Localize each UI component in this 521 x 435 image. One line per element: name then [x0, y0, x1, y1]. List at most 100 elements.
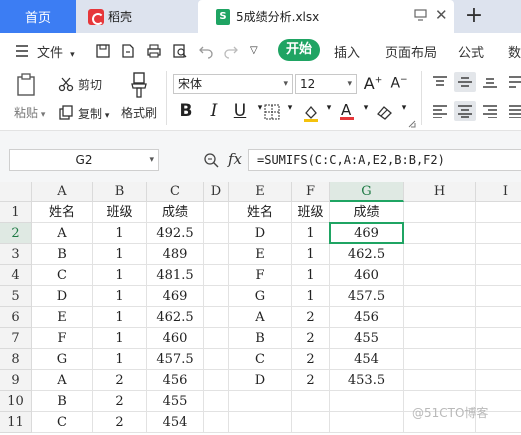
cell-f4[interactable]: 1: [292, 265, 330, 286]
cell-b2[interactable]: 1: [93, 223, 147, 244]
cell-c2[interactable]: 492.5: [147, 223, 204, 244]
cell-b9[interactable]: 2: [93, 370, 147, 391]
column-header-a[interactable]: A: [32, 182, 93, 202]
cell-a11[interactable]: C: [32, 412, 93, 433]
cell-g11[interactable]: [330, 412, 404, 433]
cell-g6[interactable]: 456: [330, 307, 404, 328]
undo-icon[interactable]: [198, 43, 214, 59]
column-header-b[interactable]: B: [93, 182, 147, 202]
font-color-dropdown-icon[interactable]: ▾: [356, 103, 376, 113]
cut-button[interactable]: 剪切: [78, 76, 102, 93]
row-header-7[interactable]: 7: [0, 328, 32, 349]
cell-f1[interactable]: 班级: [292, 202, 330, 223]
menu-page-layout[interactable]: 页面布局: [385, 42, 437, 61]
row-header-1[interactable]: 1: [0, 202, 32, 223]
row-header-4[interactable]: 4: [0, 265, 32, 286]
row-header-3[interactable]: 3: [0, 244, 32, 265]
cell-f5[interactable]: 1: [292, 286, 330, 307]
cell-e1[interactable]: 姓名: [229, 202, 292, 223]
cell-e7[interactable]: B: [229, 328, 292, 349]
spreadsheet-grid[interactable]: A B C D E F G H I 1 姓名 班级 成绩 姓名 班级 成绩 2 A 1 492.5 D 1 469 3 B 1 48…: [0, 182, 521, 435]
cell-h1[interactable]: [404, 202, 476, 223]
cell-g9[interactable]: 453.5: [330, 370, 404, 391]
cell-b5[interactable]: 1: [93, 286, 147, 307]
cell-g1[interactable]: 成绩: [330, 202, 404, 223]
column-header-g[interactable]: G: [330, 182, 404, 202]
column-header-i[interactable]: I: [476, 182, 521, 202]
cell-i4[interactable]: [476, 265, 521, 286]
cell-d11[interactable]: [204, 412, 229, 433]
cell-h2[interactable]: [404, 223, 476, 244]
cell-d4[interactable]: [204, 265, 229, 286]
export-pdf-icon[interactable]: [120, 43, 136, 59]
cell-i2[interactable]: [476, 223, 521, 244]
italic-icon[interactable]: I: [204, 101, 224, 121]
cell-d5[interactable]: [204, 286, 229, 307]
cell-c3[interactable]: 489: [147, 244, 204, 265]
row-header-11[interactable]: 11: [0, 412, 32, 433]
cell-a1[interactable]: 姓名: [32, 202, 93, 223]
cell-f7[interactable]: 2: [292, 328, 330, 349]
tab-home[interactable]: 首页: [0, 0, 76, 33]
cell-c5[interactable]: 469: [147, 286, 204, 307]
font-color-icon[interactable]: A: [338, 101, 356, 124]
clear-format-icon[interactable]: [376, 104, 394, 123]
save-icon[interactable]: [95, 43, 111, 59]
decrease-font-icon[interactable]: A−: [389, 75, 409, 92]
cell-e4[interactable]: F: [229, 265, 292, 286]
cell-i3[interactable]: [476, 244, 521, 265]
cell-a8[interactable]: G: [32, 349, 93, 370]
column-header-e[interactable]: E: [229, 182, 292, 202]
cell-c4[interactable]: 481.5: [147, 265, 204, 286]
cell-d3[interactable]: [204, 244, 229, 265]
cell-e9[interactable]: D: [229, 370, 292, 391]
cell-b6[interactable]: 1: [93, 307, 147, 328]
name-box[interactable]: G2 ▾: [9, 149, 159, 171]
underline-icon[interactable]: U: [230, 101, 250, 121]
cell-b7[interactable]: 1: [93, 328, 147, 349]
cell-a10[interactable]: B: [32, 391, 93, 412]
copy-icon[interactable]: [58, 105, 74, 124]
cell-a4[interactable]: C: [32, 265, 93, 286]
border-dropdown-icon[interactable]: ▾: [280, 103, 300, 113]
cell-i9[interactable]: [476, 370, 521, 391]
cell-i6[interactable]: [476, 307, 521, 328]
row-header-10[interactable]: 10: [0, 391, 32, 412]
cell-b4[interactable]: 1: [93, 265, 147, 286]
row-header-5[interactable]: 5: [0, 286, 32, 307]
cell-b3[interactable]: 1: [93, 244, 147, 265]
row-header-8[interactable]: 8: [0, 349, 32, 370]
cell-e5[interactable]: G: [229, 286, 292, 307]
font-name-select[interactable]: 宋体 ▾: [173, 74, 293, 94]
select-all-corner[interactable]: [0, 182, 32, 202]
cell-e3[interactable]: E: [229, 244, 292, 265]
column-header-h[interactable]: H: [404, 182, 476, 202]
cell-c6[interactable]: 462.5: [147, 307, 204, 328]
print-icon[interactable]: [146, 43, 162, 59]
row-header-9[interactable]: 9: [0, 370, 32, 391]
cell-a7[interactable]: F: [32, 328, 93, 349]
cell-g8[interactable]: 454: [330, 349, 404, 370]
cell-i7[interactable]: [476, 328, 521, 349]
quick-access-dropdown-icon[interactable]: ▽: [250, 45, 266, 61]
cell-f3[interactable]: 1: [292, 244, 330, 265]
align-top-icon[interactable]: [432, 75, 448, 92]
cell-b10[interactable]: 2: [93, 391, 147, 412]
cell-i5[interactable]: [476, 286, 521, 307]
paste-button[interactable]: 粘贴 ▾: [14, 104, 45, 121]
cell-g4[interactable]: 460: [330, 265, 404, 286]
cell-h8[interactable]: [404, 349, 476, 370]
cell-d6[interactable]: [204, 307, 229, 328]
format-painter-button[interactable]: 格式刷: [121, 104, 157, 121]
cell-f9[interactable]: 2: [292, 370, 330, 391]
cell-d2[interactable]: [204, 223, 229, 244]
copy-button[interactable]: 复制 ▾: [78, 105, 109, 122]
cell-b11[interactable]: 2: [93, 412, 147, 433]
cell-f6[interactable]: 2: [292, 307, 330, 328]
cell-c1[interactable]: 成绩: [147, 202, 204, 223]
menu-data[interactable]: 数: [508, 42, 521, 61]
tab-document[interactable]: S 5成绩分析.xlsx ✕: [198, 0, 454, 33]
align-center-button[interactable]: [454, 101, 476, 121]
cell-h5[interactable]: [404, 286, 476, 307]
tab-daoke[interactable]: 稻壳: [78, 0, 196, 33]
